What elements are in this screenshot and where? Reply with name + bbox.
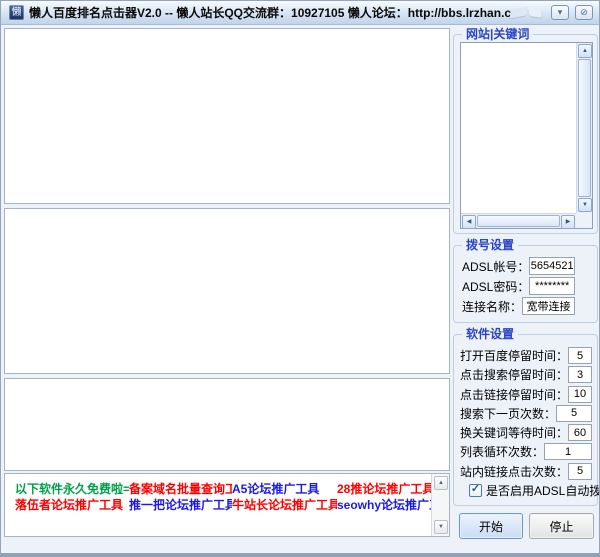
check-icon: ✓ xyxy=(470,483,481,496)
promo-link[interactable]: 备案域名批量查询工具 xyxy=(129,481,232,497)
keyword-horizontal-scrollbar[interactable]: ◀ ▶ xyxy=(461,213,576,229)
app-window: 懒 懒人百度排名点击器V2.0 -- 懒人站长QQ交流群：10927105 懒人… xyxy=(0,0,600,557)
adsl-password-label: ADSL密码： xyxy=(462,279,530,294)
scroll-left-icon: ◀ xyxy=(466,219,472,225)
setting-input[interactable]: 5 xyxy=(556,404,592,422)
setting-label: 打开百度停留时间： xyxy=(460,349,569,363)
setting-input[interactable]: 10 xyxy=(568,385,592,403)
titlebar-decoration xyxy=(509,6,543,19)
setting-label: 点击搜索停留时间： xyxy=(460,368,569,383)
scrollbar-corner xyxy=(576,213,592,228)
dial-settings-title: 拨号设置 xyxy=(462,238,519,253)
scrollbar-thumb[interactable] xyxy=(578,59,591,197)
keyword-textarea-content xyxy=(462,44,575,212)
promo-row: 以下软件永久免费啦==>> 备案域名批量查询工具 A5论坛推广工具 28推论坛推… xyxy=(15,481,431,497)
adsl-auto-dial-row: ✓ 是否启用ADSL自动拨号 xyxy=(460,482,599,499)
window-title: 懒人百度排名点击器V2.0 -- 懒人站长QQ交流群：10927105 懒人论坛… xyxy=(29,6,511,20)
setting-row-keyword-wait: 换关键词等待时间： 60 xyxy=(460,424,592,442)
scrollbar-thumb[interactable] xyxy=(477,215,560,227)
setting-input[interactable]: 1 xyxy=(544,443,592,461)
keyword-group-title: 网站|关键词 xyxy=(462,27,534,42)
promo-scrollbar[interactable]: ▲ ▼ xyxy=(431,474,449,536)
close-button[interactable]: ⊘ xyxy=(575,5,593,20)
minimize-button[interactable]: ▾ xyxy=(551,5,569,20)
adsl-account-row: ADSL帐号： 5654521 xyxy=(462,257,591,275)
promo-link[interactable]: 推一把论坛推广工具 xyxy=(129,497,232,513)
promo-link[interactable]: A5论坛推广工具 xyxy=(232,481,337,497)
scroll-up-icon: ▲ xyxy=(438,480,444,486)
setting-label: 换关键词等待时间： xyxy=(460,426,569,441)
connection-name-row: 连接名称： 宽带连接 xyxy=(462,297,591,315)
adsl-password-input[interactable]: ******** xyxy=(529,277,575,295)
scroll-right-icon: ▶ xyxy=(565,219,571,225)
setting-row-next-page: 搜索下一页次数： 5 xyxy=(460,404,592,422)
task-list-panel-1[interactable] xyxy=(4,28,450,204)
promo-link[interactable]: 落伍者论坛推广工具 xyxy=(15,497,129,513)
log-panel[interactable] xyxy=(4,378,450,471)
setting-label: 搜索下一页次数： xyxy=(460,406,557,421)
keyword-textarea[interactable]: ▲ ▼ ◀ ▶ xyxy=(460,42,593,229)
promo-link[interactable]: 28推论坛推广工具 xyxy=(337,481,431,497)
close-icon: ⊘ xyxy=(580,7,588,17)
setting-row-site-clicks: 站内链接点击次数： 5 xyxy=(460,462,592,480)
setting-row-search-stay: 点击搜索停留时间： 3 xyxy=(460,366,592,384)
setting-label: 站内链接点击次数： xyxy=(460,464,569,479)
keyword-vertical-scrollbar[interactable]: ▲ ▼ xyxy=(576,43,592,213)
task-list-panel-2[interactable] xyxy=(4,208,450,374)
promo-link[interactable]: seowhy论坛推广工具 xyxy=(337,497,431,513)
adsl-account-label: ADSL帐号： xyxy=(462,259,530,274)
scroll-down-button[interactable]: ▼ xyxy=(578,198,592,212)
promo-row: 落伍者论坛推广工具 推一把论坛推广工具 牛站长论坛推广工具 seowhy论坛推广… xyxy=(15,497,431,513)
scroll-right-button[interactable]: ▶ xyxy=(561,215,575,229)
adsl-auto-dial-label: 是否启用ADSL自动拨号 xyxy=(486,483,599,498)
scroll-up-button[interactable]: ▲ xyxy=(578,44,592,58)
titlebar: 懒 懒人百度排名点击器V2.0 -- 懒人站长QQ交流群：10927105 懒人… xyxy=(1,1,599,25)
setting-input[interactable]: 5 xyxy=(568,347,592,364)
setting-input[interactable]: 3 xyxy=(568,366,592,384)
start-button[interactable]: 开始 xyxy=(459,513,523,539)
software-settings-group: 软件设置 打开百度停留时间： 5 点击搜索停留时间： 3 点击链接停留时间： 1… xyxy=(453,327,599,506)
minimize-icon: ▾ xyxy=(557,7,563,17)
software-settings-title: 软件设置 xyxy=(462,327,519,342)
scroll-up-icon: ▲ xyxy=(582,48,588,54)
promo-link[interactable]: 牛站长论坛推广工具 xyxy=(232,497,337,513)
promo-links-panel: 以下软件永久免费啦==>> 备案域名批量查询工具 A5论坛推广工具 28推论坛推… xyxy=(4,473,450,537)
scroll-down-icon: ▼ xyxy=(438,524,444,530)
keyword-group: 网站|关键词 ▲ ▼ ◀ ▶ xyxy=(453,27,598,234)
stop-button[interactable]: 停止 xyxy=(529,513,594,539)
promo-free-banner: 以下软件永久免费啦==>> xyxy=(15,482,129,496)
setting-input[interactable]: 5 xyxy=(568,462,592,480)
dial-settings-group: 拨号设置 ADSL帐号： 5654521 ADSL密码： ******** 连接… xyxy=(453,238,598,323)
setting-input[interactable]: 60 xyxy=(568,424,592,442)
connection-name-label: 连接名称： xyxy=(462,299,523,314)
setting-row-baidu-stay: 打开百度停留时间： 5 xyxy=(460,347,592,364)
adsl-auto-dial-checkbox[interactable]: ✓ xyxy=(469,483,482,497)
scroll-down-button[interactable]: ▼ xyxy=(434,520,448,534)
adsl-account-input[interactable]: 5654521 xyxy=(529,257,575,275)
adsl-password-row: ADSL密码： ******** xyxy=(462,277,591,295)
setting-label: 列表循环次数： xyxy=(460,445,545,460)
setting-label: 点击链接停留时间： xyxy=(460,387,569,402)
connection-name-input[interactable]: 宽带连接 xyxy=(522,297,575,315)
setting-row-loop-count: 列表循环次数： 1 xyxy=(460,443,592,461)
scroll-up-button[interactable]: ▲ xyxy=(434,476,448,490)
setting-row-link-stay: 点击链接停留时间： 10 xyxy=(460,385,592,403)
app-icon: 懒 xyxy=(9,5,24,20)
scroll-down-icon: ▼ xyxy=(582,202,588,208)
promo-content: 以下软件永久免费啦==>> 备案域名批量查询工具 A5论坛推广工具 28推论坛推… xyxy=(5,474,431,536)
scroll-left-button[interactable]: ◀ xyxy=(462,215,476,229)
